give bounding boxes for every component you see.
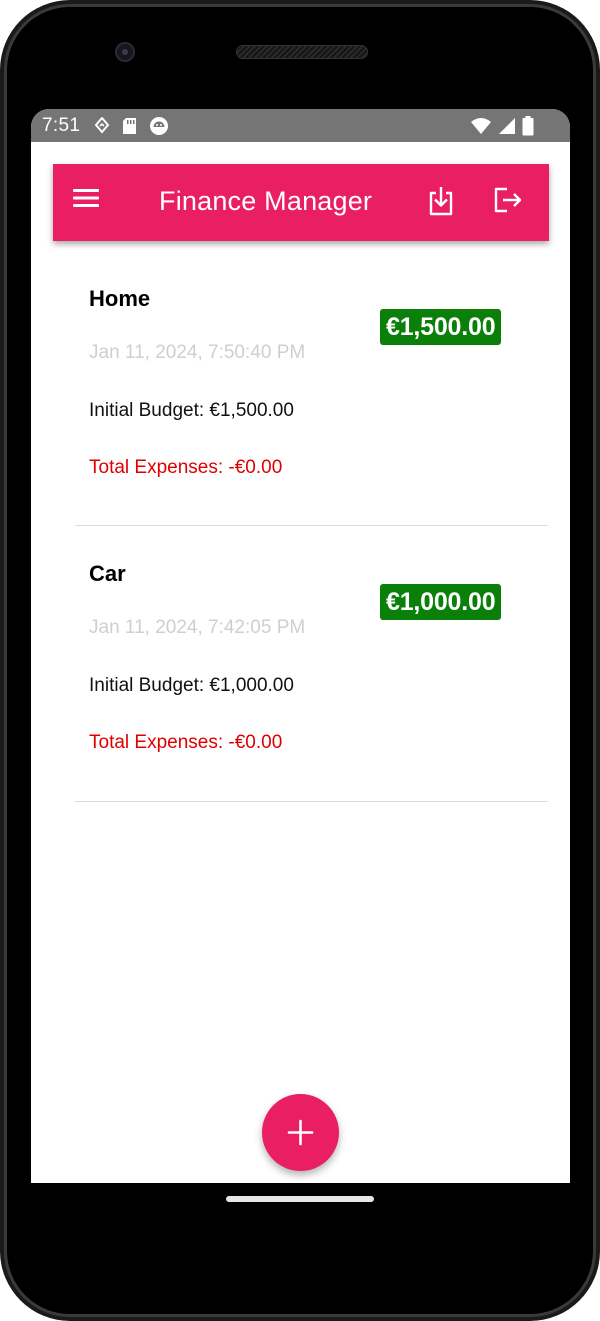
app-bar: Finance Manager [53, 164, 549, 241]
app-title: Finance Manager [159, 186, 373, 216]
budget-name: Home [89, 286, 151, 311]
budget-date: Jan 11, 2024, 7:50:40 PM [89, 342, 306, 363]
status-time: 7:51 [42, 115, 81, 136]
download-icon [429, 187, 453, 216]
add-budget-button[interactable] [262, 1094, 339, 1171]
menu-button[interactable] [73, 188, 109, 218]
status-icons-left [94, 116, 169, 136]
front-camera [115, 42, 135, 62]
menu-icon [73, 189, 99, 207]
budget-card[interactable]: Home €1,500.00 Jan 11, 2024, 7:50:40 PM … [75, 250, 548, 526]
navigation-icon [94, 117, 110, 134]
budget-amount-badge: €1,500.00 [380, 309, 502, 345]
status-bar: 7:51 [31, 109, 570, 142]
phone-frame: 7:51 Finance Manager Home €1,500.00 Jan … [0, 0, 600, 1321]
logout-button[interactable] [493, 186, 525, 218]
sd-card-icon [123, 118, 136, 134]
initial-budget-text: Initial Budget: €1,000.00 [89, 675, 294, 696]
screen: 7:51 Finance Manager Home €1,500.00 Jan … [31, 109, 570, 1183]
budget-date: Jan 11, 2024, 7:42:05 PM [89, 617, 306, 638]
battery-icon [522, 116, 534, 136]
total-expenses-text: Total Expenses: -€0.00 [89, 457, 283, 478]
wifi-icon [471, 118, 491, 134]
budget-card[interactable]: Car €1,000.00 Jan 11, 2024, 7:42:05 PM I… [75, 526, 548, 802]
home-indicator[interactable] [226, 1196, 374, 1202]
signal-icon [499, 118, 515, 134]
status-icons-right [470, 116, 534, 136]
budget-name: Car [89, 561, 126, 586]
total-expenses-text: Total Expenses: -€0.00 [89, 732, 283, 753]
download-button[interactable] [427, 186, 459, 218]
earpiece-speaker [236, 45, 368, 59]
budget-amount-badge: €1,000.00 [380, 584, 502, 620]
plus-icon [287, 1119, 314, 1146]
logout-icon [494, 187, 522, 213]
initial-budget-text: Initial Budget: €1,500.00 [89, 400, 294, 421]
android-icon [150, 117, 168, 135]
